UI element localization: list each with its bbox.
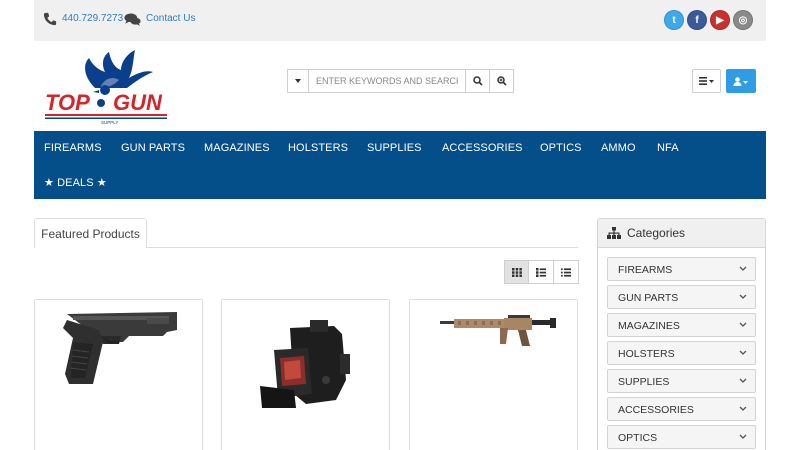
compact-list-view-button[interactable] <box>554 260 579 284</box>
main-nav: FIREARMS GUN PARTS MAGAZINES HOLSTERS SU… <box>34 131 766 199</box>
nav-holsters[interactable]: HOLSTERS <box>288 142 348 154</box>
product-card-red-dot-sight[interactable] <box>221 299 390 450</box>
nav-nfa[interactable]: NFA <box>657 142 679 154</box>
view-toggle-group <box>504 260 579 284</box>
chevron-down-icon <box>739 322 747 327</box>
rifle-image <box>440 315 556 346</box>
category-accessories[interactable]: ACCESSORIES <box>607 397 756 421</box>
search-category-dropdown[interactable] <box>287 69 309 93</box>
nav-optics[interactable]: OPTICS <box>540 142 582 154</box>
svg-text:SUPPLY: SUPPLY <box>101 120 118 124</box>
pistol-image <box>63 312 177 384</box>
category-label: SUPPLIES <box>618 376 670 388</box>
youtube-icon[interactable]: ▶ <box>710 10 730 30</box>
nav-deals[interactable]: ★ DEALS ★ <box>44 176 107 189</box>
svg-text:GUN: GUN <box>113 90 163 115</box>
optic-image <box>260 320 350 408</box>
contact-us-link[interactable]: Contact Us <box>146 13 195 24</box>
facebook-icon[interactable]: f <box>687 10 707 30</box>
account-menu-button[interactable] <box>726 69 756 93</box>
logo-text: TOP <box>45 90 90 115</box>
list-icon <box>698 77 714 85</box>
search-bar <box>287 69 514 93</box>
zoom-in-icon <box>496 76 507 86</box>
list-menu-button[interactable] <box>692 69 721 93</box>
top-gun-logo[interactable]: TOP GUN SUPPLY <box>43 48 171 125</box>
search-icon <box>472 76 483 86</box>
nav-accessories[interactable]: ACCESSORIES <box>442 142 523 154</box>
page: 440.729.7273 Contact Us t f ▶ ◎ TOP GUN <box>0 0 800 450</box>
category-label: ACCESSORIES <box>618 404 694 416</box>
list-detail-icon <box>536 267 546 277</box>
nav-gun-parts[interactable]: GUN PARTS <box>121 142 185 154</box>
nav-ammo[interactable]: AMMO <box>601 142 636 154</box>
nav-firearms[interactable]: FIREARMS <box>44 142 102 154</box>
category-supplies[interactable]: SUPPLIES <box>607 369 756 393</box>
chat-icon <box>124 13 141 26</box>
tab-divider <box>147 247 578 248</box>
product-card-rifle[interactable] <box>409 299 578 450</box>
advanced-search-button[interactable] <box>490 69 514 93</box>
chevron-down-icon <box>739 434 747 439</box>
sitemap-icon <box>607 227 621 239</box>
categories-header: Categories <box>598 219 765 248</box>
nav-supplies[interactable]: SUPPLIES <box>367 142 422 154</box>
product-card-pistol[interactable] <box>34 299 203 450</box>
category-optics[interactable]: OPTICS <box>607 425 756 449</box>
categories-panel: Categories FIREARMS GUN PARTS MAGAZINES … <box>597 218 766 450</box>
phone-icon <box>43 12 57 26</box>
search-input[interactable] <box>309 69 466 93</box>
phone-number[interactable]: 440.729.7273 <box>62 13 123 24</box>
category-firearms[interactable]: FIREARMS <box>607 257 756 281</box>
category-label: HOLSTERS <box>618 348 675 360</box>
compact-list-icon <box>561 267 571 277</box>
nav-magazines[interactable]: MAGAZINES <box>204 142 270 154</box>
chevron-down-icon <box>739 378 747 383</box>
user-icon <box>733 76 748 86</box>
category-label: OPTICS <box>618 432 658 444</box>
category-label: FIREARMS <box>618 264 673 276</box>
top-bar: 440.729.7273 Contact Us t f ▶ ◎ <box>34 0 766 41</box>
tab-featured-products[interactable]: Featured Products <box>34 218 147 248</box>
caret-down-icon <box>295 79 301 83</box>
chevron-down-icon <box>739 266 747 271</box>
category-holsters[interactable]: HOLSTERS <box>607 341 756 365</box>
grid-view-button[interactable] <box>504 260 529 284</box>
chevron-down-icon <box>739 406 747 411</box>
category-gun-parts[interactable]: GUN PARTS <box>607 285 756 309</box>
categories-title: Categories <box>627 226 686 240</box>
twitter-icon[interactable]: t <box>664 10 684 30</box>
chevron-down-icon <box>739 350 747 355</box>
list-view-button[interactable] <box>529 260 554 284</box>
category-magazines[interactable]: MAGAZINES <box>607 313 756 337</box>
instagram-icon[interactable]: ◎ <box>733 10 753 30</box>
categories-list: FIREARMS GUN PARTS MAGAZINES HOLSTERS SU… <box>598 248 765 450</box>
eagle-logo-icon: TOP GUN SUPPLY <box>45 50 167 125</box>
grid-icon <box>511 267 522 277</box>
category-label: GUN PARTS <box>618 292 679 304</box>
chevron-down-icon <box>739 294 747 299</box>
search-button[interactable] <box>466 69 490 93</box>
category-label: MAGAZINES <box>618 320 680 332</box>
